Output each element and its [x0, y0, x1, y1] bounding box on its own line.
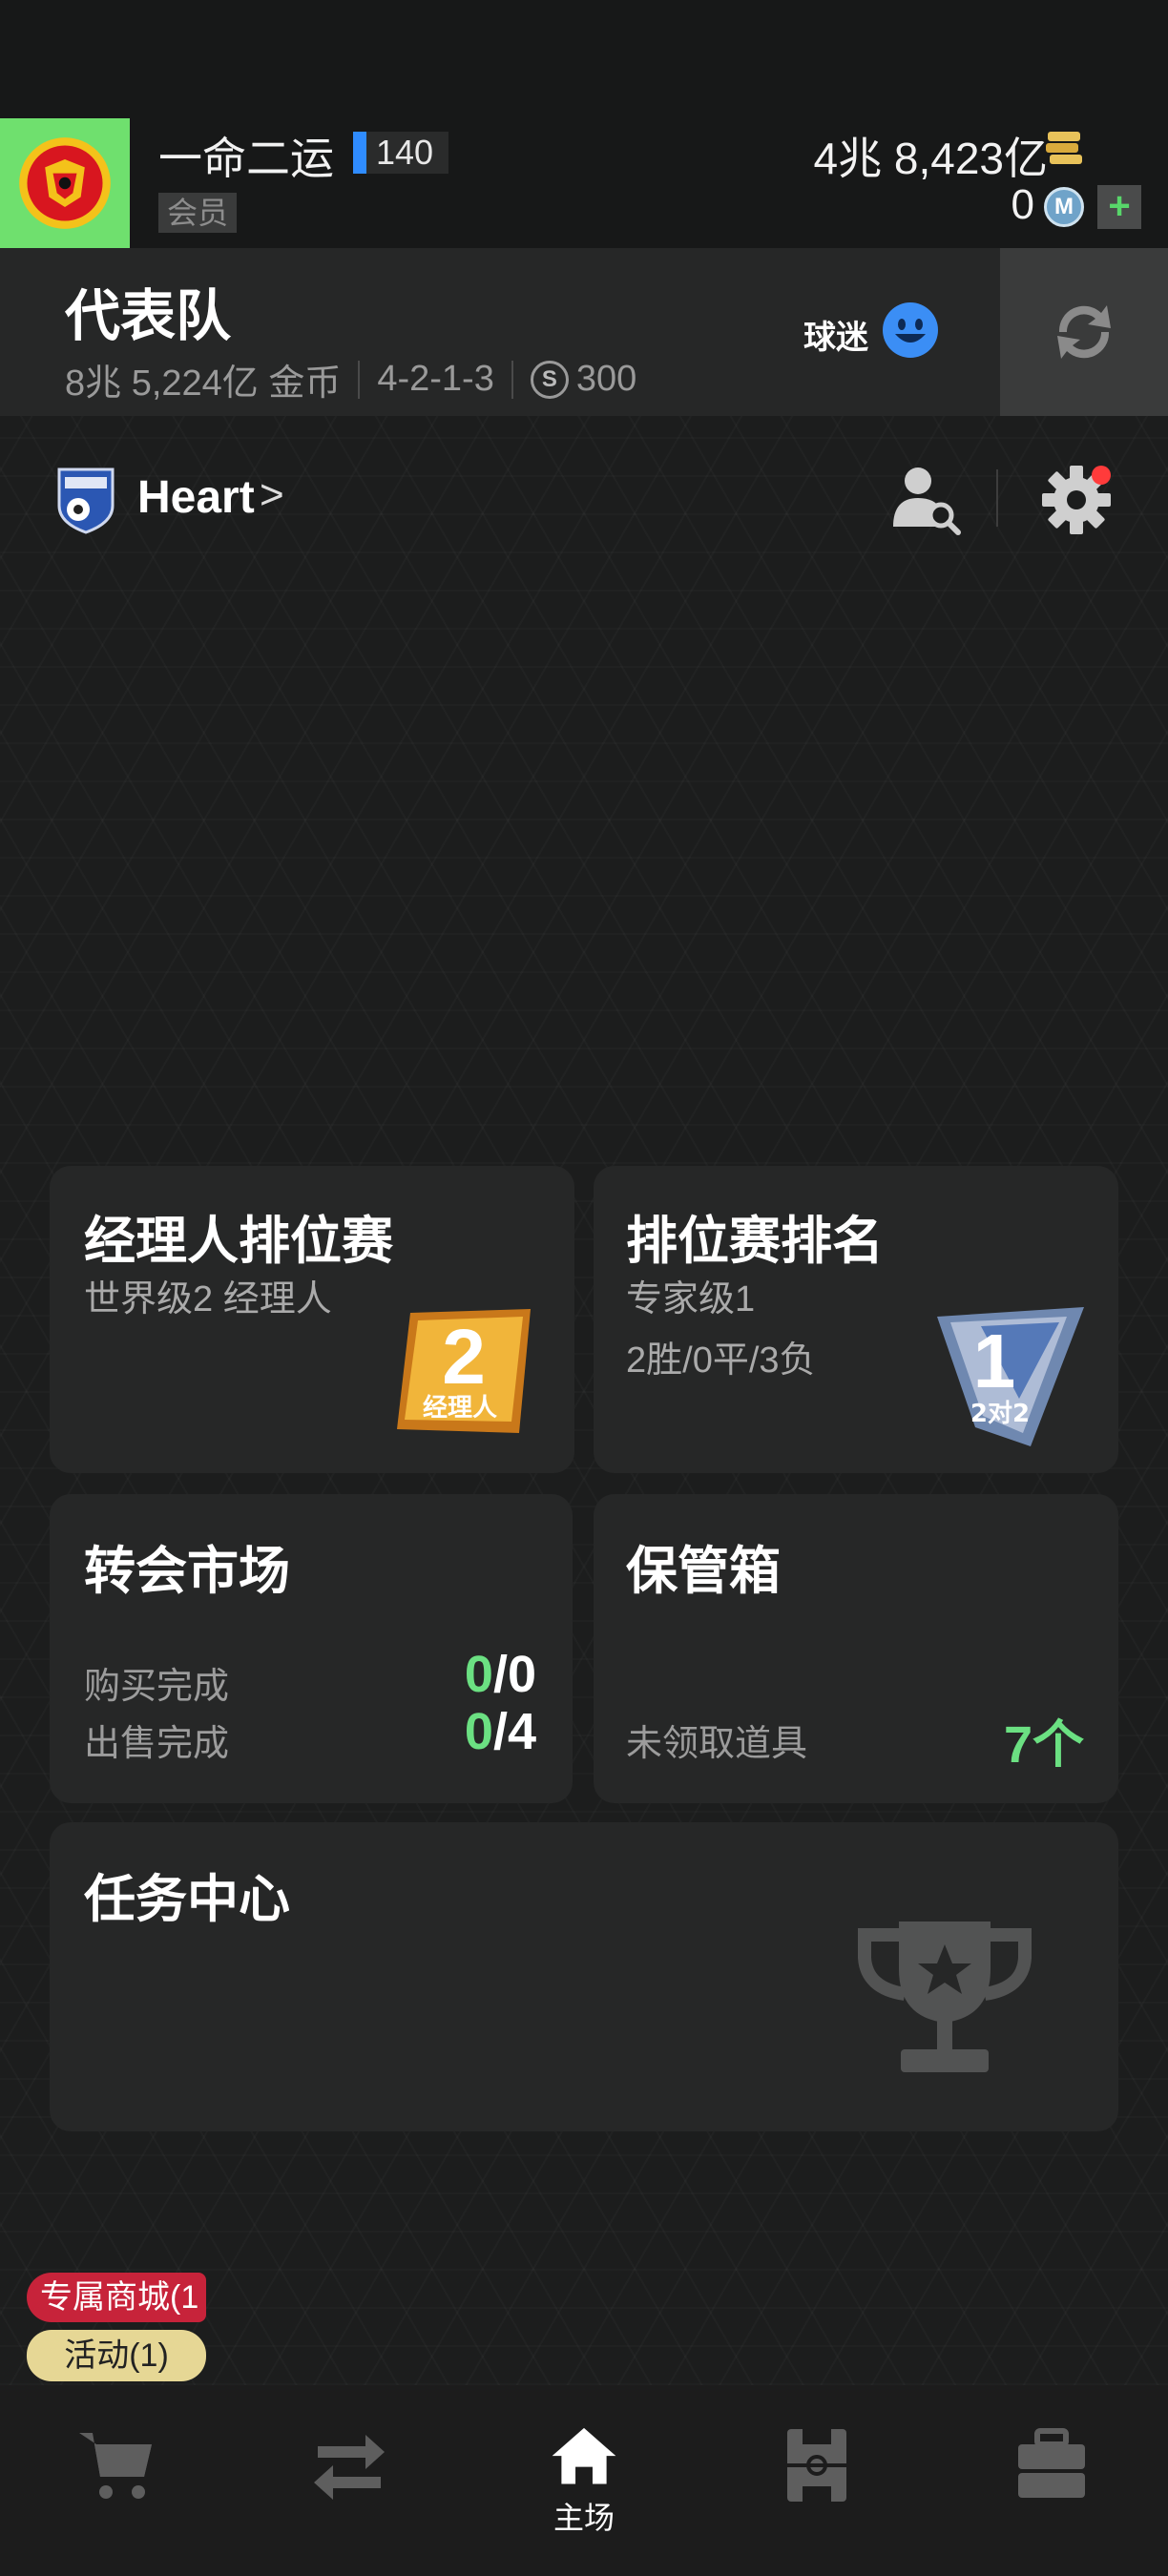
sell-complete-total: /4: [492, 1703, 536, 1760]
scout-search-icon[interactable]: [887, 460, 964, 536]
manager-rank-badge-number: 2: [442, 1314, 486, 1401]
cart-icon: [79, 2433, 152, 2499]
pitch-icon: [787, 2429, 846, 2502]
meta-divider: [511, 360, 513, 399]
ranking-badge-icon: 1 2对2: [924, 1294, 1092, 1450]
swap-icon[interactable]: [1000, 248, 1168, 416]
coin-balance: 4兆 8,423亿: [813, 134, 1048, 183]
manager-rank-badge-text: 经理人: [423, 1393, 497, 1423]
home-icon: [552, 2427, 616, 2484]
m-coin-icon: M: [1044, 187, 1084, 227]
trophy-icon: [857, 1912, 1032, 2084]
squad-value: 8兆 5,224亿 金币: [65, 364, 342, 404]
level-badge: 140: [353, 132, 448, 174]
sell-complete-value: 0/4: [465, 1702, 536, 1761]
unclaimed-items-label: 未领取道具: [626, 1724, 808, 1764]
buy-complete-total: /0: [492, 1646, 536, 1703]
chevron-right-icon[interactable]: >: [260, 471, 284, 519]
ranking-badge-text: 2对2: [970, 1400, 1030, 1428]
exclusive-shop-button[interactable]: 专属商城(1: [27, 2273, 206, 2322]
squad-title: 代表队: [65, 285, 232, 347]
sell-complete-label: 出售完成: [84, 1724, 230, 1764]
events-button[interactable]: 活动(1): [27, 2330, 206, 2381]
manager-rank-subtitle: 世界级2 经理人: [84, 1279, 332, 1319]
gold-coin-icon: [1044, 130, 1084, 168]
nav-squad[interactable]: [760, 2423, 874, 2538]
transfer-market-title: 转会市场: [84, 1543, 290, 1600]
nav-inventory[interactable]: [994, 2423, 1109, 2538]
ranking-tier: 专家级1: [626, 1279, 756, 1319]
salary-icon: S: [530, 360, 569, 399]
team-crest-icon[interactable]: [55, 464, 116, 534]
squad-salary: 300: [575, 359, 637, 399]
mission-center-title: 任务中心: [84, 1871, 290, 1928]
fans-label[interactable]: 球迷: [803, 311, 868, 358]
username: 一命二运: [158, 134, 334, 183]
meta-divider: [358, 360, 361, 399]
buy-complete-count: 0: [464, 1646, 493, 1703]
club-crest-icon[interactable]: [0, 118, 130, 248]
level-bar: [353, 132, 366, 174]
buy-complete-value: 0/0: [465, 1645, 536, 1704]
nav-home[interactable]: 主场: [527, 2423, 641, 2538]
plus-icon[interactable]: +: [1097, 185, 1141, 229]
briefcase-icon: [1018, 2428, 1085, 2498]
nav-store[interactable]: [59, 2423, 174, 2538]
ranking-record: 2胜/0平/3负: [626, 1340, 816, 1381]
m-coin-balance: 0: [1011, 181, 1034, 228]
ranking-title: 排位赛排名: [626, 1213, 884, 1270]
header-divider: [996, 469, 998, 527]
unclaimed-items-count: 7个: [1003, 1716, 1084, 1774]
manager-rank-title: 经理人排位赛: [84, 1213, 393, 1270]
squad-formation: 4-2-1-3: [377, 359, 494, 399]
manager-rank-badge-icon: 2 经理人: [389, 1299, 532, 1443]
sell-complete-count: 0: [464, 1703, 493, 1760]
nav-home-label: 主场: [553, 2501, 615, 2535]
team-name[interactable]: Heart: [137, 471, 255, 524]
nav-transfer[interactable]: [292, 2423, 407, 2538]
transfer-arrows-icon: [314, 2435, 385, 2500]
fan-face-icon[interactable]: [882, 301, 939, 359]
level-value: 140: [376, 133, 434, 172]
squad-meta: 8兆 5,224亿 金币 4-2-1-3 S 300: [65, 353, 636, 405]
ranking-badge-number: 1: [973, 1319, 1016, 1403]
buy-complete-label: 购买完成: [84, 1667, 230, 1707]
member-badge[interactable]: 会员: [158, 193, 237, 233]
notification-dot: [1092, 466, 1111, 485]
storage-box-title: 保管箱: [626, 1543, 781, 1600]
